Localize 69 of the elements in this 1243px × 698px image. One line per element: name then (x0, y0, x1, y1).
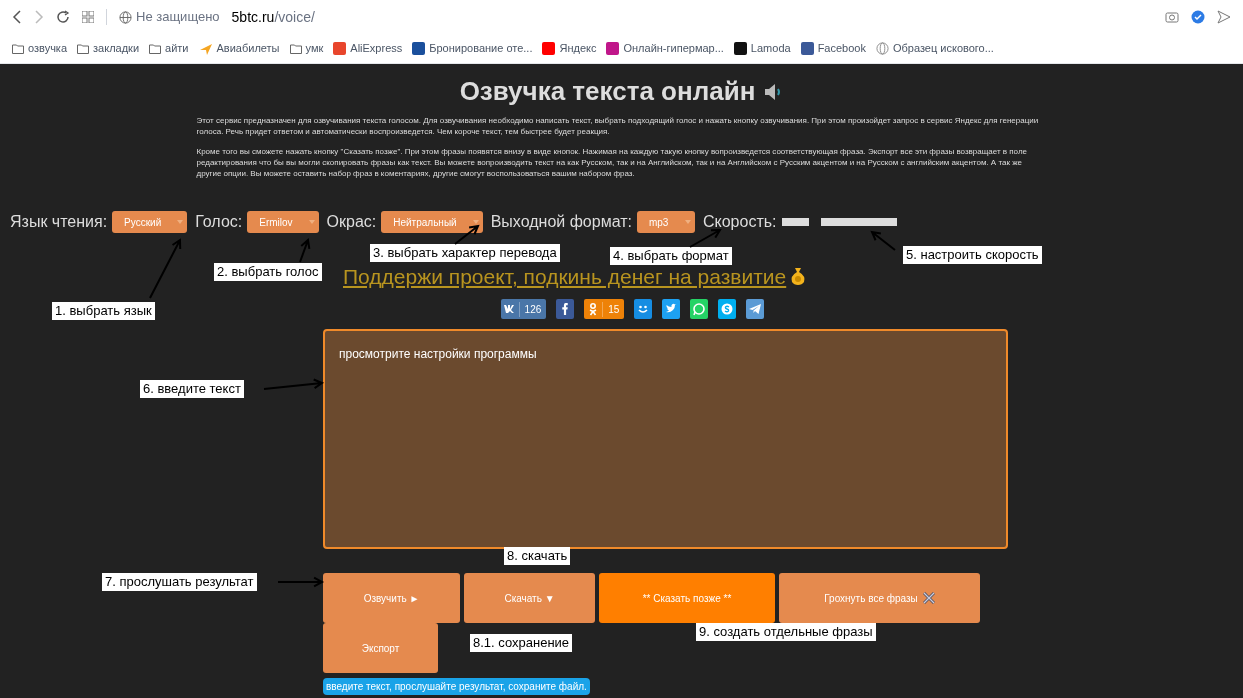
money-bag-icon (790, 267, 807, 285)
bookmark-item[interactable]: Образец искового... (892, 40, 994, 57)
vk-share-button[interactable]: 126 (500, 299, 547, 319)
page-title: Озвучка текста онлайн (459, 75, 756, 108)
bookmark-item[interactable]: Бронирование оте... (429, 40, 533, 57)
arrow (277, 576, 325, 588)
caret-icon (177, 220, 184, 224)
bookmark-item[interactable]: умк (305, 40, 324, 57)
apps-grid-icon[interactable] (82, 11, 94, 23)
text-input-field[interactable]: просмотрите настройки программы (323, 329, 1008, 549)
speed-slider[interactable] (781, 218, 897, 226)
annotation-label: 3. выбрать характер перевода (370, 244, 560, 262)
description-paragraph: Этот сервис предназначен для озвучивания текста голосом. Для озвучивания необходимо написать текст, выбрать подходящий голос и нажать кнопку озвучивания. При этом произойдет запрос в сервис Яндекс для генерации голоса. Речь придет ответом и автоматически воспроизведется. Чем короче текст, тем быстрее будет реакция. (196, 115, 1040, 137)
folder-icon (289, 43, 302, 54)
hint-label: введите текст, прослушайте результат, сохраните файл. (323, 678, 590, 695)
reload-icon[interactable] (56, 10, 70, 24)
arrow (299, 238, 311, 263)
facebook-logo-icon (562, 303, 569, 315)
back-icon[interactable] (12, 10, 22, 24)
caret-icon (308, 220, 315, 224)
whatsapp-share-button[interactable] (690, 299, 709, 319)
annotation-label: 4. выбрать формат (610, 247, 732, 265)
field-label: Выходной формат: (490, 212, 632, 232)
annotation-label: 6. введите текст (140, 380, 244, 398)
bookmark-item[interactable]: Facebook (817, 40, 866, 57)
bookmark-item[interactable]: AliExpress (350, 40, 403, 57)
globe-icon (875, 42, 889, 55)
description-paragraph: Кроме того вы сможете нажать кнопку "Сказать позже". При этом фразы появятся внизу в виде кнопок. Нажимая на каждую такую кнопку вопроизведется соответствующая фраза. Экспорт все эти фразы возвращает в поле редактирования что бы вы могли скопировать фразы как текст. Вы можете вопроизводить текст на как Русском, так и на Английском, так и на Английском с Русским акцентом и на Русском с английским акцентом. А так же другие опции. Вы можете оставить набор фраз в коментариях, другие смогут воспользоваться вашим набором фраз. (196, 146, 1028, 179)
caret-icon (472, 220, 479, 224)
arrow (149, 238, 182, 299)
bookmark-item[interactable]: Lamoda (750, 40, 791, 57)
field-label: Окрас: (326, 212, 377, 232)
bookmark-item[interactable]: озвучка (28, 40, 68, 57)
folder-icon (77, 43, 90, 54)
camera-icon[interactable] (1165, 11, 1179, 23)
send-icon[interactable] (1217, 10, 1231, 24)
arrow (870, 230, 896, 251)
annotation-label: 8.1. сохранение (470, 634, 573, 652)
annotation-label: 8. скачать (504, 547, 571, 565)
arrow (454, 224, 480, 245)
skype-share-button[interactable] (718, 299, 737, 319)
donate-link[interactable]: Поддержи проект, подкинь денег на развитие (343, 265, 787, 289)
field-label: Скорость: (702, 212, 777, 232)
globe-icon (119, 10, 132, 24)
folder-icon (12, 43, 24, 54)
annotation-label: 9. создать отдельные фразы (696, 623, 876, 641)
bird-share-button[interactable] (662, 299, 681, 319)
annotation-label: 1. выбрать язык (52, 302, 155, 320)
arrow (263, 378, 325, 390)
telegram-share-button[interactable] (746, 299, 765, 319)
smiley-share-button[interactable] (634, 299, 653, 319)
bookmark-item[interactable]: Онлайн-гипермар... (623, 40, 724, 57)
bookmark-item[interactable]: айти (165, 40, 189, 57)
address-field[interactable]: 5btc.ru/voice/ (231, 6, 315, 28)
folder-icon (149, 43, 162, 54)
arrow (689, 228, 722, 248)
security-label: Не защищено (136, 8, 220, 27)
annotation-label: 7. прослушать результат (102, 573, 257, 591)
bookmark-item[interactable]: Яндекс (559, 40, 597, 57)
facebook-share-button[interactable] (556, 299, 575, 319)
annotation-label: 2. выбрать голос (214, 263, 322, 281)
bookmark-item[interactable]: закладки (93, 40, 140, 57)
field-label: Язык чтения: (10, 212, 108, 232)
annotation-label: 5. настроить скорость (903, 246, 1042, 264)
caret-icon (684, 220, 691, 224)
shield-icon[interactable] (1191, 10, 1205, 24)
bookmark-item[interactable]: Авиабилеты (216, 40, 280, 57)
cross-icon (922, 592, 935, 604)
field-label: Голос: (195, 212, 243, 232)
